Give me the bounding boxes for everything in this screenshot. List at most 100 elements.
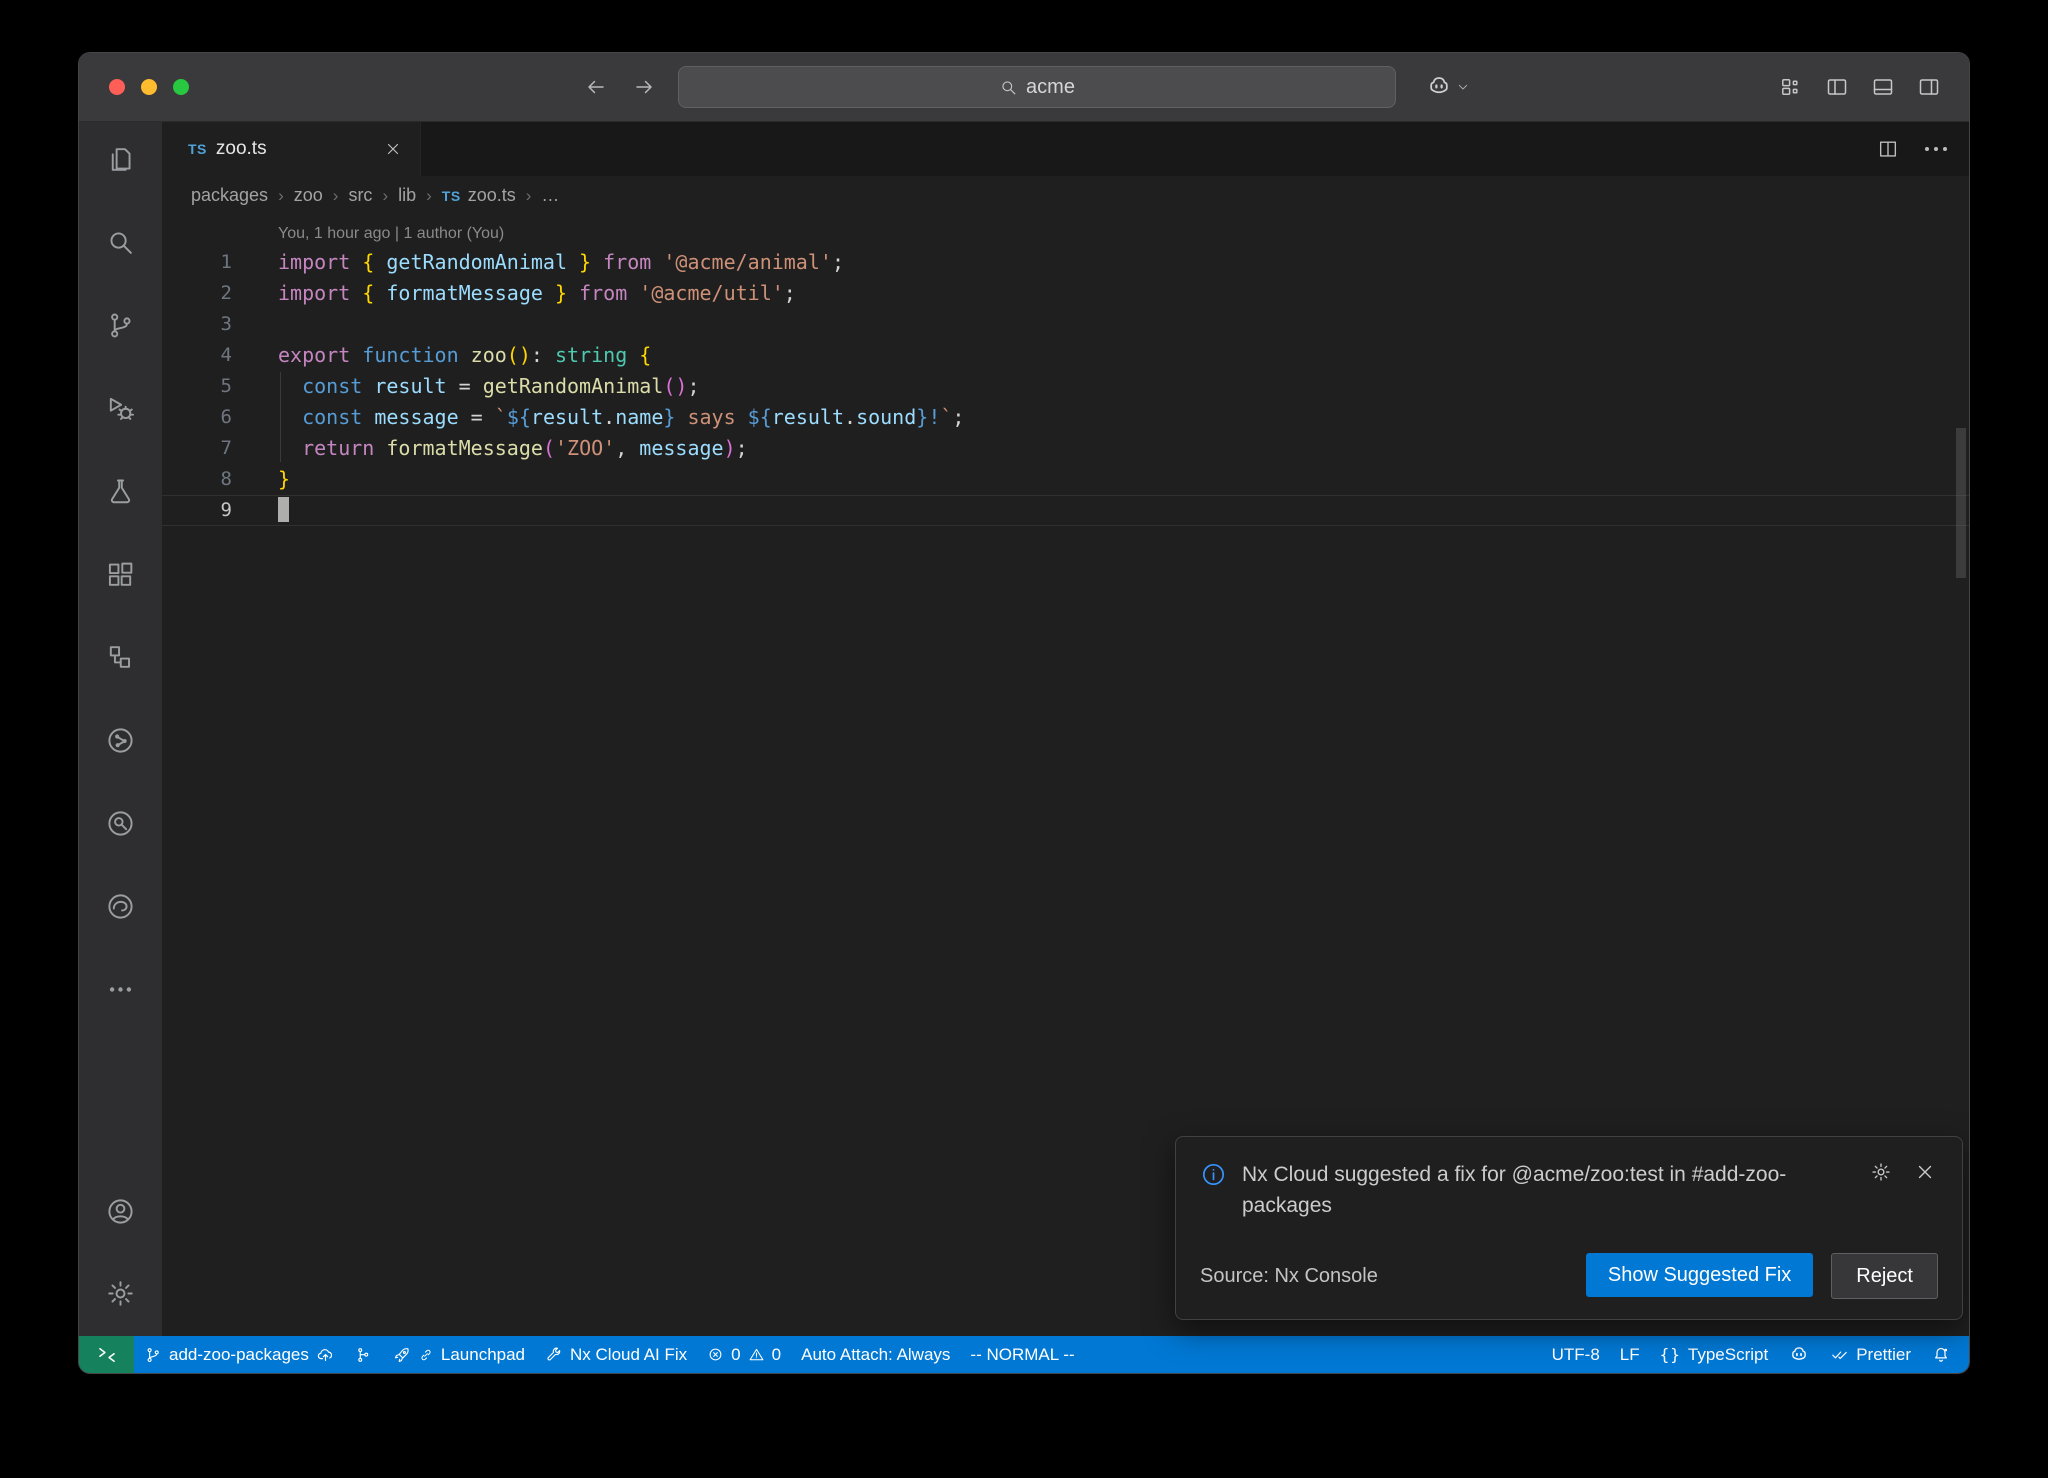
nx-cloud-ai-fix-status[interactable]: Nx Cloud AI Fix <box>535 1336 697 1373</box>
reject-button[interactable]: Reject <box>1831 1253 1938 1299</box>
breadcrumb: packages›zoo›src›lib›TSzoo.ts›… <box>162 176 1969 215</box>
settings-icon[interactable] <box>79 1252 162 1334</box>
breadcrumb-item-src[interactable]: src <box>348 185 372 206</box>
close-tab-icon[interactable] <box>384 140 402 158</box>
warning-count: 0 <box>772 1345 781 1365</box>
source-control-icon[interactable] <box>79 284 162 367</box>
screen: acme TS zoo <box>0 0 2048 1478</box>
breadcrumb-item-packages[interactable]: packages <box>191 185 268 206</box>
search-icon[interactable] <box>79 201 162 284</box>
testing-icon[interactable] <box>79 450 162 533</box>
eol-label: LF <box>1620 1345 1640 1365</box>
editor-scrollbar[interactable] <box>1956 428 1966 578</box>
branch-name: add-zoo-packages <box>169 1345 309 1365</box>
code-line-9[interactable]: 9 <box>162 495 1969 526</box>
formatter-label: Prettier <box>1856 1345 1911 1365</box>
notification-toast: Nx Cloud suggested a fix for @acme/zoo:t… <box>1175 1136 1963 1320</box>
activity-bar <box>79 122 162 1336</box>
code-text <box>252 495 289 526</box>
eol-status[interactable]: LF <box>1610 1336 1650 1373</box>
encoding-status[interactable]: UTF-8 <box>1542 1336 1610 1373</box>
toggle-secondary-sidebar-icon[interactable] <box>1917 75 1941 99</box>
search-icon <box>999 78 1018 97</box>
breadcrumb-separator: › <box>382 186 388 206</box>
code-line-6[interactable]: 6 const message = `${result.name} says $… <box>162 402 1969 433</box>
code-line-1[interactable]: 1import { getRandomAnimal } from '@acme/… <box>162 247 1969 278</box>
error-icon <box>707 1346 724 1363</box>
code-text: export function zoo(): string { <box>252 340 651 371</box>
problems-status[interactable]: 0 0 <box>697 1336 791 1373</box>
breadcrumb-item-lib[interactable]: lib <box>398 185 416 206</box>
rocket-icon <box>393 1346 411 1364</box>
code-line-2[interactable]: 2import { formatMessage } from '@acme/ut… <box>162 278 1969 309</box>
code-line-5[interactable]: 5 const result = getRandomAnimal(); <box>162 371 1969 402</box>
notification-settings-icon[interactable] <box>1870 1161 1892 1183</box>
forward-icon[interactable] <box>632 75 656 99</box>
code-line-4[interactable]: 4export function zoo(): string { <box>162 340 1969 371</box>
launchpad-label: Launchpad <box>441 1345 525 1365</box>
account-icon[interactable] <box>79 1170 162 1252</box>
project-graph-icon[interactable] <box>79 699 162 782</box>
run-debug-icon[interactable] <box>79 367 162 450</box>
split-editor-icon[interactable] <box>1877 138 1899 160</box>
copilot-status[interactable] <box>1778 1336 1820 1373</box>
typescript-file-icon: TS <box>442 188 461 204</box>
back-icon[interactable] <box>584 75 608 99</box>
code-text: const message = `${result.name} says ${r… <box>252 402 964 433</box>
minimize-window-button[interactable] <box>141 79 157 95</box>
git-branch-status[interactable]: add-zoo-packages <box>134 1336 345 1373</box>
line-number: 9 <box>162 495 252 526</box>
breadcrumb-item-zoots[interactable]: TSzoo.ts <box>442 185 516 206</box>
remote-indicator[interactable] <box>79 1336 134 1373</box>
git-blame-annotation: You, 1 hour ago | 1 author (You) <box>278 221 1969 247</box>
edge-browser-icon[interactable] <box>79 865 162 948</box>
explorer-icon[interactable] <box>79 118 162 201</box>
code-text: const result = getRandomAnimal(); <box>252 371 699 402</box>
code-text <box>252 309 278 340</box>
tab-bar: TS zoo.ts <box>162 122 1969 176</box>
copilot-menu[interactable] <box>1425 73 1471 101</box>
code-line-3[interactable]: 3 <box>162 309 1969 340</box>
code-line-8[interactable]: 8} <box>162 464 1969 495</box>
inspect-icon[interactable] <box>79 782 162 865</box>
code-text: import { formatMessage } from '@acme/uti… <box>252 278 796 309</box>
toggle-panel-icon[interactable] <box>1871 75 1895 99</box>
notifications-status[interactable] <box>1921 1336 1961 1373</box>
typescript-file-icon: TS <box>188 141 207 157</box>
line-number: 5 <box>162 371 252 402</box>
line-number: 6 <box>162 402 252 433</box>
more-actions-icon[interactable] <box>1925 147 1947 151</box>
copilot-icon <box>1788 1344 1810 1366</box>
wrench-icon <box>545 1346 563 1364</box>
customize-layout-icon[interactable] <box>1779 75 1803 99</box>
launchpad-status[interactable]: Launchpad <box>383 1336 535 1373</box>
auto-attach-label: Auto Attach: Always <box>801 1345 950 1365</box>
notification-message: Nx Cloud suggested a fix for @acme/zoo:t… <box>1242 1159 1834 1221</box>
notification-source: Source: Nx Console <box>1200 1265 1378 1288</box>
notification-close-icon[interactable] <box>1914 1161 1936 1183</box>
code-line-7[interactable]: 7 return formatMessage('ZOO', message); <box>162 433 1969 464</box>
show-suggested-fix-button[interactable]: Show Suggested Fix <box>1586 1253 1813 1297</box>
line-number: 1 <box>162 247 252 278</box>
chevron-down-icon <box>1455 79 1471 95</box>
vim-mode-label: -- NORMAL -- <box>970 1345 1074 1365</box>
toggle-primary-sidebar-icon[interactable] <box>1825 75 1849 99</box>
status-bar: add-zoo-packages Launchpad Nx Cloud AI F… <box>79 1336 1969 1373</box>
zoom-window-button[interactable] <box>173 79 189 95</box>
close-window-button[interactable] <box>109 79 125 95</box>
vim-mode-status[interactable]: -- NORMAL -- <box>960 1336 1084 1373</box>
auto-attach-status[interactable]: Auto Attach: Always <box>791 1336 960 1373</box>
breadcrumb-item-[interactable]: … <box>541 185 559 206</box>
graph-status[interactable] <box>345 1336 383 1373</box>
breadcrumb-item-zoo[interactable]: zoo <box>294 185 323 206</box>
formatter-status[interactable]: Prettier <box>1820 1336 1921 1373</box>
bell-icon <box>1931 1345 1951 1365</box>
language-status[interactable]: {} TypeScript <box>1650 1336 1779 1373</box>
vscode-window: acme TS zoo <box>78 52 1970 1374</box>
command-center[interactable]: acme <box>678 66 1396 108</box>
braces-icon: {} <box>1660 1345 1681 1364</box>
extensions-icon[interactable] <box>79 533 162 616</box>
tab-zoo-ts[interactable]: TS zoo.ts <box>162 122 421 176</box>
more-views-icon[interactable] <box>79 948 162 1031</box>
hierarchy-view-icon[interactable] <box>79 616 162 699</box>
